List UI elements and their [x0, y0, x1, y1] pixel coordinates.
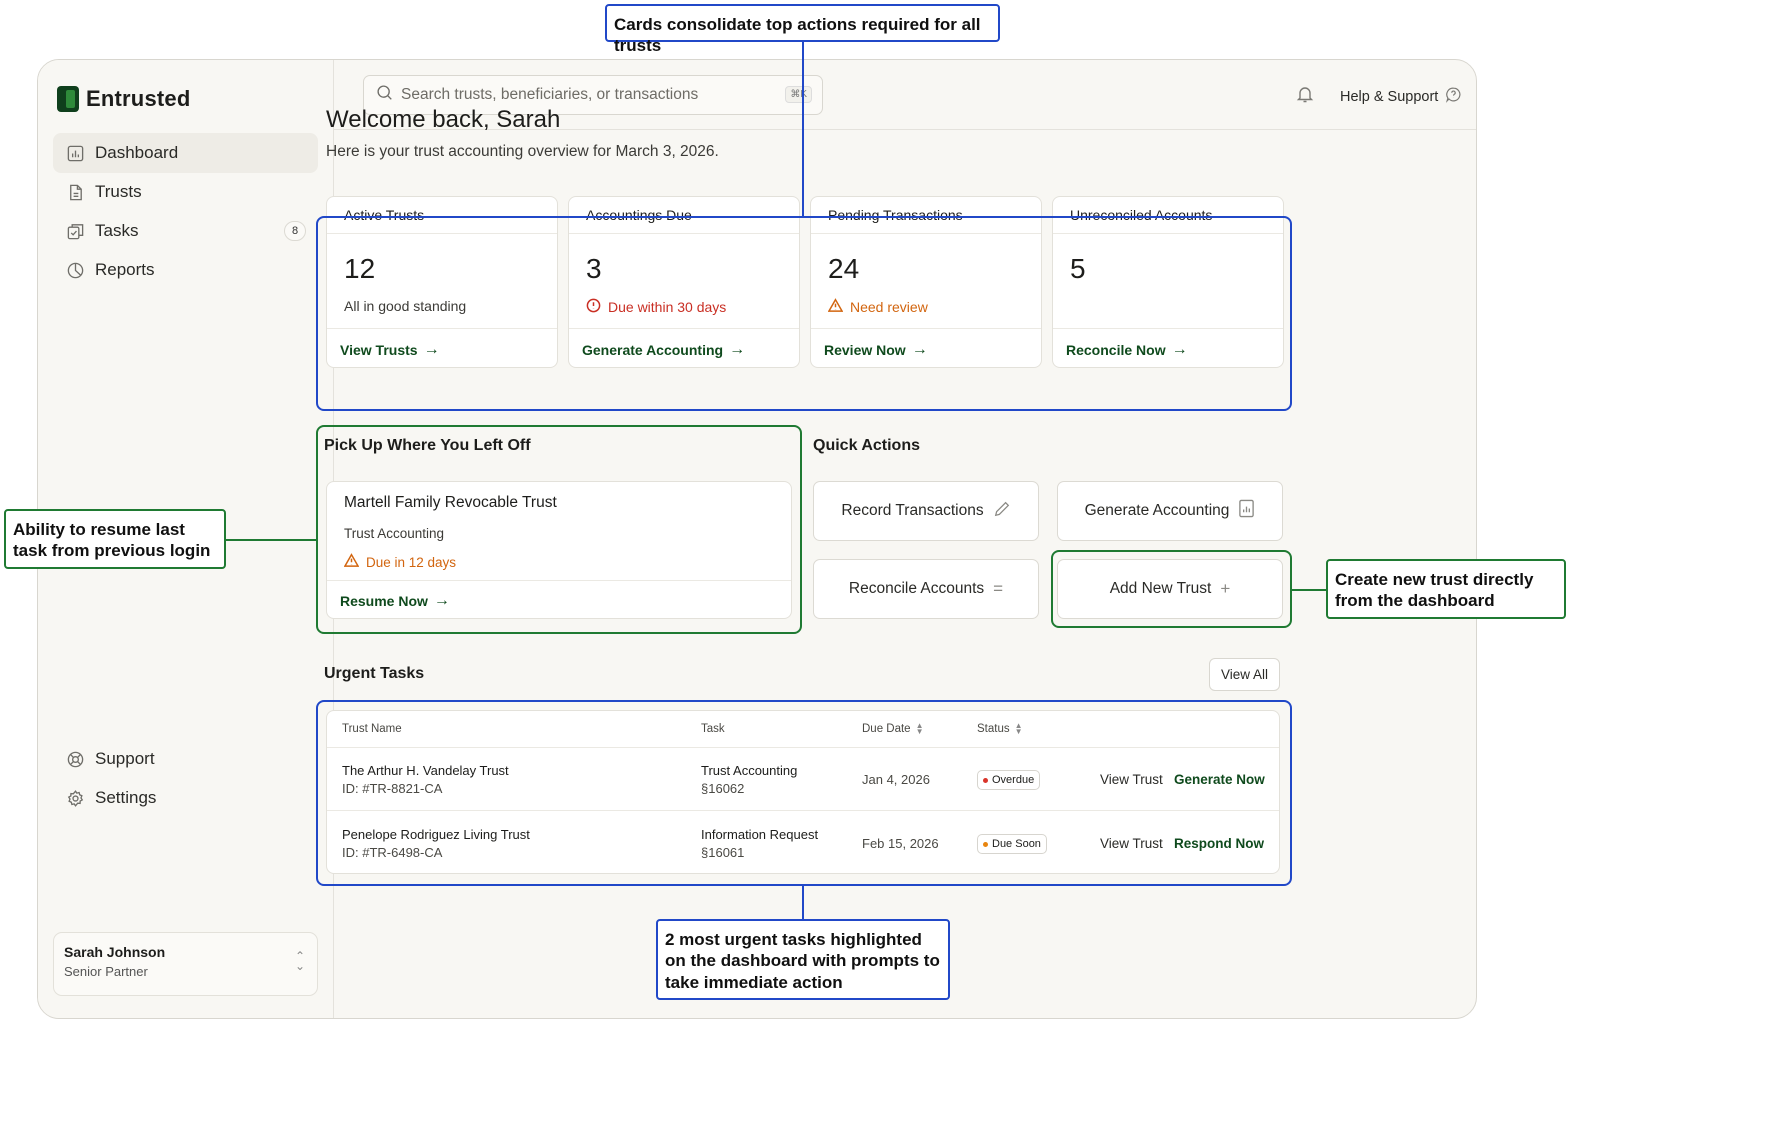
sidebar-item-label: Dashboard [95, 143, 179, 162]
tasks-count-badge: 8 [284, 221, 306, 241]
chevron-up-down-icon: ⌃ ⌄ [294, 949, 305, 973]
page-subtitle: Here is your trust accounting overview f… [326, 143, 719, 160]
sidebar-item-settings[interactable]: Settings [53, 778, 318, 818]
urgent-tasks-title: Urgent Tasks [324, 665, 425, 682]
annotation-highlight-add-trust [1051, 550, 1292, 628]
annotation-callout-right: Create new trust directly from the dashb… [1326, 559, 1566, 619]
logo-icon [57, 86, 79, 112]
equals-icon: = [993, 579, 1004, 598]
sidebar-item-reports[interactable]: Reports [53, 250, 318, 290]
app-name: Entrusted [86, 86, 191, 111]
sidebar-item-label: Support [95, 749, 155, 768]
annotation-callout-bottom: 2 most urgent tasks highlighted on the d… [656, 919, 950, 1000]
sidebar-item-label: Tasks [95, 221, 139, 240]
page-title: Welcome back, Sarah [326, 106, 561, 133]
help-label: Help & Support [1340, 88, 1439, 105]
sidebar-item-label: Trusts [95, 182, 142, 201]
user-switcher[interactable]: Sarah Johnson Senior Partner ⌃ ⌄ [53, 932, 318, 996]
annotation-highlight-urgent-table [316, 700, 1292, 886]
annotation-highlight-stat-cards [316, 216, 1292, 411]
user-name: Sarah Johnson [64, 944, 166, 960]
annotation-callout-left: Ability to resume last task from previou… [4, 509, 226, 569]
search-icon [376, 84, 393, 106]
pencil-icon [993, 500, 1011, 523]
report-icon [1238, 499, 1255, 523]
generate-accounting-button[interactable]: Generate Accounting [1057, 481, 1283, 541]
annotation-highlight-pickup [316, 425, 802, 634]
search-input[interactable] [401, 86, 781, 104]
gear-icon [65, 788, 85, 808]
search-shortcut-hint: ⌘K [785, 86, 812, 103]
annotation-callout-top: Cards consolidate top actions required f… [605, 4, 1000, 55]
sidebar-item-label: Reports [95, 260, 155, 279]
sidebar-item-trusts[interactable]: Trusts [53, 172, 318, 212]
user-role: Senior Partner [64, 964, 148, 979]
help-icon [1445, 86, 1462, 107]
sidebar-item-dashboard[interactable]: Dashboard [53, 133, 318, 173]
pie-chart-icon [65, 260, 85, 280]
help-support-link[interactable]: Help & Support [1340, 86, 1462, 107]
sidebar-item-support[interactable]: Support [53, 739, 318, 779]
sidebar-item-tasks[interactable]: Tasks 8 [53, 211, 318, 251]
lifebuoy-icon [65, 749, 85, 769]
record-transactions-button[interactable]: Record Transactions [813, 481, 1039, 541]
dashboard-icon [65, 143, 85, 163]
view-all-button[interactable]: View All [1209, 658, 1280, 691]
app-logo[interactable]: Entrusted [57, 86, 190, 112]
reconcile-accounts-button[interactable]: Reconcile Accounts = [813, 559, 1039, 619]
sidebar-item-label: Settings [95, 788, 157, 807]
document-icon [65, 182, 85, 202]
tasks-icon [65, 221, 85, 241]
quick-actions-title: Quick Actions [813, 437, 920, 454]
bell-icon[interactable] [1295, 84, 1315, 109]
